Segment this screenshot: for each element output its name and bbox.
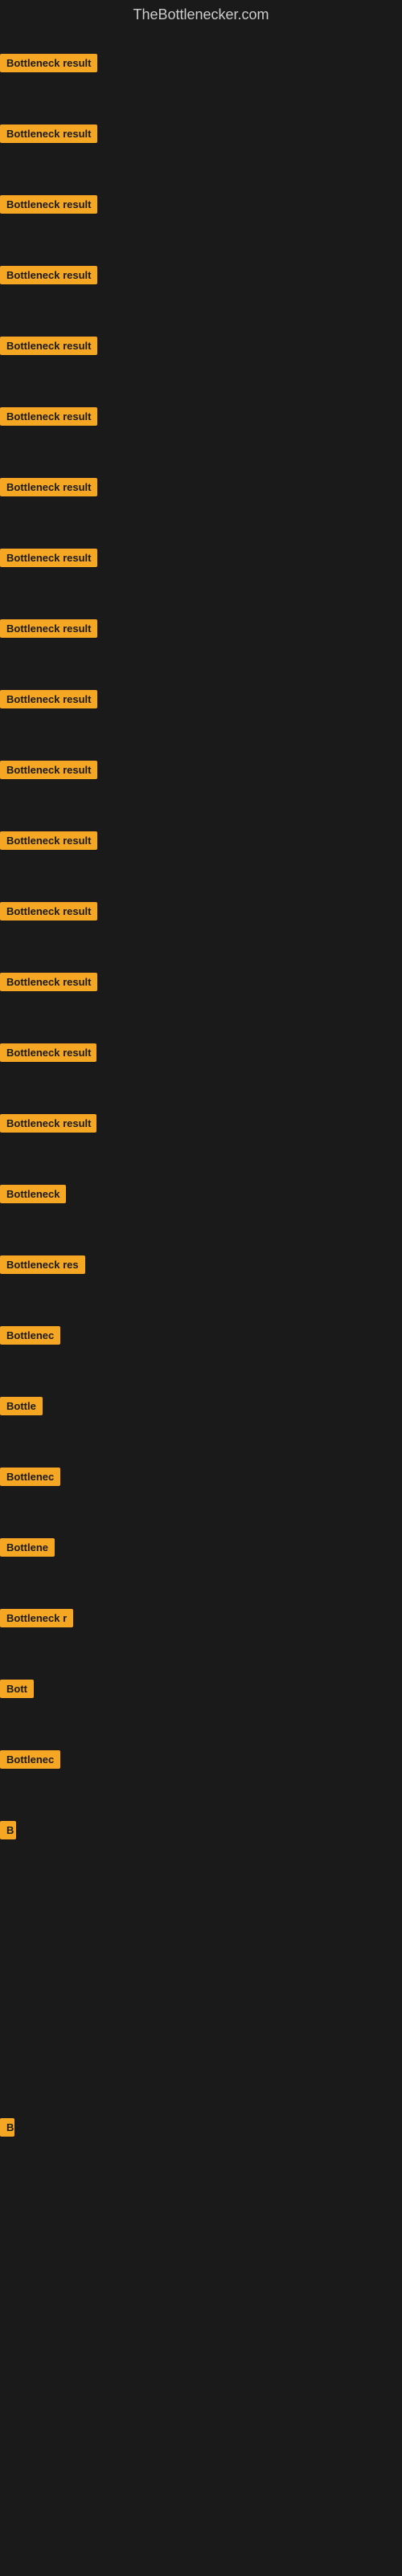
bottleneck-result-item[interactable]: Bottlenec bbox=[0, 1468, 60, 1490]
bottleneck-badge: Bottleneck result bbox=[0, 549, 97, 567]
bottleneck-result-item[interactable]: Bottlene bbox=[0, 1538, 55, 1561]
bottleneck-badge: Bottleneck result bbox=[0, 407, 97, 426]
bottleneck-badge: Bottlenec bbox=[0, 1326, 60, 1345]
bottleneck-result-item[interactable]: Bottleneck result bbox=[0, 337, 97, 359]
bottleneck-result-item[interactable]: Bottleneck bbox=[0, 1185, 66, 1207]
bottleneck-result-item[interactable]: Bottleneck result bbox=[0, 619, 97, 642]
bottleneck-result-item[interactable]: Bottleneck result bbox=[0, 1043, 96, 1066]
bottleneck-result-item[interactable]: Bottleneck result bbox=[0, 478, 97, 500]
bottleneck-result-item[interactable]: Bottleneck result bbox=[0, 195, 97, 218]
bottleneck-badge: Bottleneck r bbox=[0, 1609, 73, 1627]
bottleneck-result-item[interactable]: Bottleneck result bbox=[0, 407, 97, 430]
bottleneck-badge: Bottleneck result bbox=[0, 337, 97, 355]
bottleneck-result-item[interactable]: Bottleneck result bbox=[0, 902, 97, 925]
bottleneck-badge: Bottleneck result bbox=[0, 1043, 96, 1062]
bottleneck-result-item[interactable]: Bottleneck r bbox=[0, 1609, 73, 1631]
bottleneck-badge: B bbox=[0, 1821, 16, 1839]
bottleneck-badge: Bottleneck result bbox=[0, 478, 97, 496]
bottleneck-result-item[interactable]: Bottle bbox=[0, 1397, 43, 1419]
bottleneck-result-item[interactable]: Bottleneck result bbox=[0, 1114, 96, 1137]
bottleneck-result-item[interactable]: Bott bbox=[0, 1680, 34, 1702]
bottleneck-badge: Bottleneck result bbox=[0, 1114, 96, 1133]
bottleneck-result-item[interactable]: Bottlenec bbox=[0, 1750, 60, 1773]
bottleneck-result-item[interactable]: Bottleneck res bbox=[0, 1255, 85, 1278]
bottleneck-badge: Bottlenec bbox=[0, 1468, 60, 1486]
bottleneck-badge: Bottleneck result bbox=[0, 902, 97, 921]
bottleneck-badge: Bottle bbox=[0, 1397, 43, 1415]
bottleneck-badge: Bott bbox=[0, 1680, 34, 1698]
bottleneck-badge: Bottleneck result bbox=[0, 266, 97, 284]
bottleneck-badge: Bottlenec bbox=[0, 1750, 60, 1769]
bottleneck-badge: Bottleneck result bbox=[0, 690, 97, 708]
bottleneck-result-item[interactable]: Bottlenec bbox=[0, 1326, 60, 1349]
bottleneck-result-item[interactable]: B bbox=[0, 2118, 14, 2141]
bottleneck-badge: Bottleneck bbox=[0, 1185, 66, 1203]
bottleneck-badge: Bottleneck result bbox=[0, 195, 97, 214]
bottleneck-result-item[interactable]: B bbox=[0, 1821, 16, 1843]
bottleneck-result-item[interactable]: Bottleneck result bbox=[0, 125, 97, 147]
bottleneck-badge: Bottleneck result bbox=[0, 619, 97, 638]
bottleneck-result-item[interactable]: Bottleneck result bbox=[0, 831, 97, 854]
bottleneck-badge: Bottleneck result bbox=[0, 125, 97, 143]
bottleneck-result-item[interactable]: Bottleneck result bbox=[0, 973, 97, 995]
bottleneck-badge: Bottleneck result bbox=[0, 761, 97, 779]
bottleneck-badge: Bottleneck result bbox=[0, 973, 97, 991]
bottleneck-badge: Bottleneck result bbox=[0, 831, 97, 850]
bottleneck-result-item[interactable]: Bottleneck result bbox=[0, 54, 97, 76]
bottleneck-result-item[interactable]: Bottleneck result bbox=[0, 549, 97, 571]
bottleneck-badge: Bottleneck res bbox=[0, 1255, 85, 1274]
bottleneck-result-item[interactable]: Bottleneck result bbox=[0, 761, 97, 783]
site-title: TheBottlenecker.com bbox=[0, 0, 402, 30]
bottleneck-result-item[interactable]: Bottleneck result bbox=[0, 690, 97, 712]
bottleneck-result-item[interactable]: Bottleneck result bbox=[0, 266, 97, 288]
bottleneck-badge: Bottleneck result bbox=[0, 54, 97, 72]
bottleneck-badge: Bottlene bbox=[0, 1538, 55, 1557]
bottleneck-badge: B bbox=[0, 2118, 14, 2137]
